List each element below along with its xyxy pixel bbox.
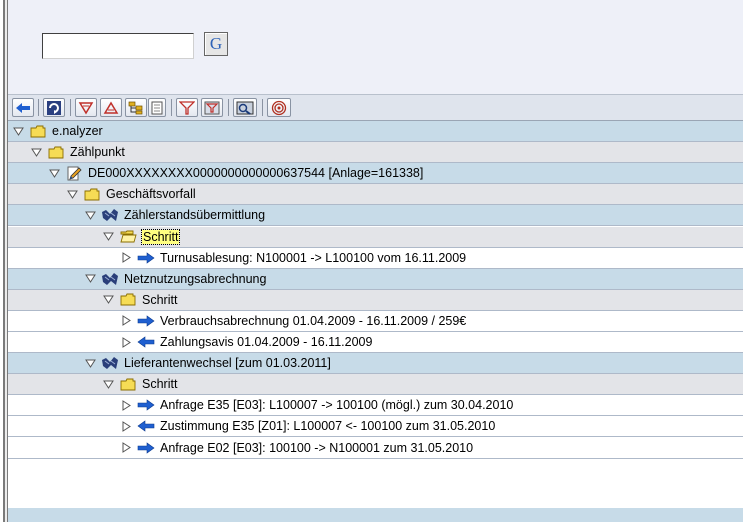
tree-node[interactable]: Zählpunkt (8, 142, 743, 164)
tree-node[interactable]: Anfrage E35 [E03]: L100007 -> 100100 (mö… (8, 395, 743, 417)
edit-document-icon (65, 165, 83, 181)
tree-node[interactable]: e.nalyzer (8, 121, 743, 142)
toolbar-separator (38, 99, 39, 116)
search-panel: G (8, 0, 743, 87)
collapse-node-icon[interactable] (83, 272, 97, 286)
tree-bottom-band (8, 508, 743, 522)
toolbar-separator (70, 99, 71, 116)
collapse-node-icon[interactable] (101, 230, 115, 244)
details-button[interactable] (148, 98, 166, 117)
tree-node[interactable]: Zahlungsavis 01.04.2009 - 16.11.2009 (8, 332, 743, 353)
hierarchy-icon (128, 101, 143, 114)
tree-node[interactable]: Netznutzungsabrechnung (8, 268, 743, 290)
toolbar-separator (171, 99, 172, 116)
expand-all-button[interactable] (75, 98, 97, 117)
process-icon (101, 271, 119, 287)
expand-node-icon[interactable] (119, 398, 133, 412)
collapse-node-icon[interactable] (11, 124, 25, 138)
collapse-node-icon[interactable] (101, 377, 115, 391)
refresh-button[interactable] (43, 98, 65, 117)
tree-node[interactable]: Zählerstandsübermittlung (8, 205, 743, 227)
binoculars-icon (236, 101, 254, 115)
tree-node-label: Lieferantenwechsel [zum 01.03.2011] (124, 356, 331, 371)
folder-icon (119, 292, 137, 308)
tree-node[interactable]: Turnusablesung: N100001 -> L100100 vom 1… (8, 247, 743, 269)
tree-node-label: Schritt (142, 292, 178, 307)
tree-node-label: Netznutzungsabrechnung (124, 271, 267, 286)
toolbar-separator (262, 99, 263, 116)
collapse-node-icon[interactable] (47, 166, 61, 180)
tree-node-label: e.nalyzer (52, 124, 103, 138)
collapse-node-icon[interactable] (65, 187, 79, 201)
go-button-label: G (209, 34, 223, 53)
tree-node[interactable]: Geschäftsvorfall (8, 184, 743, 206)
folder-icon (83, 186, 101, 202)
collapse-node-icon[interactable] (29, 145, 43, 159)
tree-node-label: Zahlungsavis 01.04.2009 - 16.11.2009 (160, 335, 373, 349)
tree-node-label: Zählpunkt (70, 145, 125, 160)
tree-node[interactable]: Schritt (8, 289, 743, 311)
document-icon (151, 101, 163, 114)
expand-node-icon[interactable] (119, 251, 133, 265)
collapse-node-icon[interactable] (83, 356, 97, 370)
expand-node-icon[interactable] (119, 419, 133, 433)
tree-node[interactable]: Zustimmung E35 [Z01]: L100007 <- 100100 … (8, 416, 743, 438)
arrow-right-icon (137, 313, 155, 329)
tree-node-label: Anfrage E02 [E03]: 100100 -> N100001 zum… (160, 440, 474, 455)
tree-node-label: Zählerstandsübermittlung (124, 208, 266, 223)
toolbar-separator (228, 99, 229, 116)
refresh-icon (47, 100, 61, 115)
tree-node[interactable]: Schritt (8, 226, 743, 248)
filter-button[interactable] (176, 98, 198, 117)
arrow-left-icon (137, 334, 155, 350)
spiral-icon (271, 100, 287, 115)
tree-node[interactable]: Anfrage E02 [E03]: 100100 -> N100001 zum… (8, 437, 743, 459)
filter-settings-icon (204, 101, 220, 114)
collapse-node-icon[interactable] (101, 293, 115, 307)
expand-node-icon[interactable] (119, 441, 133, 455)
folder-icon (29, 123, 47, 139)
find-button[interactable] (233, 98, 257, 117)
arrow-right-icon (137, 397, 155, 413)
structure-button[interactable] (125, 98, 147, 117)
tree-node-label: DE000XXXXXXXX0000000000000637544 [Anlage… (88, 166, 424, 181)
tree-node-label: Verbrauchsabrechnung 01.04.2009 - 16.11.… (160, 313, 467, 328)
arrow-right-icon (137, 250, 155, 266)
process-icon (101, 355, 119, 371)
tree-node-label: Schritt (142, 377, 178, 392)
tree-node-label: Geschäftsvorfall (106, 187, 196, 202)
tree-toolbar (8, 94, 743, 121)
search-input[interactable] (42, 33, 194, 59)
panel-spacer (8, 87, 743, 94)
expand-node-icon[interactable] (119, 335, 133, 349)
collapse-all-button[interactable] (100, 98, 122, 117)
arrow-right-icon (137, 440, 155, 456)
back-arrow-icon (16, 102, 30, 113)
tree-node-label: Schritt (140, 228, 181, 245)
expand-node-icon[interactable] (119, 314, 133, 328)
expand-icon (78, 101, 94, 114)
filter-icon (179, 100, 195, 115)
back-button[interactable] (12, 98, 34, 117)
collapse-icon (103, 101, 119, 114)
arrow-left-icon (137, 418, 155, 434)
folder-icon (47, 144, 65, 160)
spiral-button[interactable] (267, 98, 291, 117)
collapse-node-icon[interactable] (83, 208, 97, 222)
open-folder-icon (119, 229, 137, 245)
tree-node[interactable]: Verbrauchsabrechnung 01.04.2009 - 16.11.… (8, 310, 743, 332)
tree-node[interactable]: DE000XXXXXXXX0000000000000637544 [Anlage… (8, 163, 743, 185)
tree-node[interactable]: Schritt (8, 374, 743, 396)
tree-node-label: Turnusablesung: N100001 -> L100100 vom 1… (160, 250, 467, 265)
tree-node[interactable]: Lieferantenwechsel [zum 01.03.2011] (8, 353, 743, 375)
folder-icon (119, 376, 137, 392)
process-icon (101, 207, 119, 223)
tree-node-label: Anfrage E35 [E03]: L100007 -> 100100 (mö… (160, 398, 514, 413)
filter-settings-button[interactable] (201, 98, 223, 117)
go-button[interactable]: G (204, 32, 228, 56)
tree-node-label: Zustimmung E35 [Z01]: L100007 <- 100100 … (160, 419, 496, 434)
